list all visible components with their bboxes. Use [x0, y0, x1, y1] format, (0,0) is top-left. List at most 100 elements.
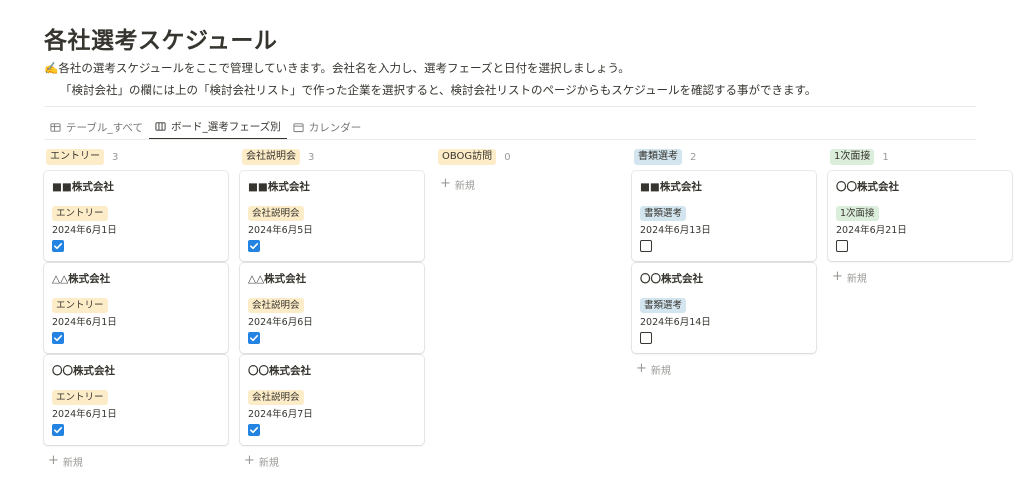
column-count: 0 [504, 151, 511, 163]
board-card[interactable]: 〇〇株式会社 1次面接 2024年6月21日 [828, 171, 1012, 261]
column-status-tag: OBOG訪問 [438, 149, 497, 165]
board-icon [155, 121, 166, 131]
add-new-card-button[interactable]: + 新規 [828, 267, 1012, 287]
tabs-divider [44, 139, 976, 140]
tab-calendar[interactable]: カレンダー [287, 114, 368, 140]
board-card[interactable]: △△株式会社 エントリー 2024年6月1日 [44, 263, 228, 353]
card-company-name: 〇〇株式会社 [52, 365, 115, 377]
card-company-name: ■■株式会社 [52, 181, 114, 193]
card-list: 〇〇株式会社 1次面接 2024年6月21日 [828, 171, 1012, 261]
checkbox-checked[interactable] [248, 240, 260, 252]
new-label: 新規 [454, 180, 475, 192]
column-status-tag: 会社説明会 [242, 149, 300, 165]
plus-icon: + [48, 453, 59, 468]
board-card[interactable]: ■■株式会社 書類選考 2024年6月13日 [632, 171, 816, 261]
phase-tag: エントリー [52, 298, 108, 313]
board-card[interactable]: 〇〇株式会社 会社説明会 2024年6月7日 [240, 355, 424, 445]
card-list: ■■株式会社 書類選考 2024年6月13日 〇〇株式会社 書類選考 2024年6月14日 [632, 171, 816, 353]
board-card[interactable]: ■■株式会社 会社説明会 2024年6月5日 [240, 171, 424, 261]
checkbox-unchecked[interactable] [640, 332, 652, 344]
card-list: ■■株式会社 会社説明会 2024年6月5日 △△株式会社 会社説明会 2024年6月6日… [240, 171, 424, 445]
tab-board-phase[interactable]: ボード_選考フェーズ別 [148, 114, 287, 140]
new-label: 新規 [846, 273, 867, 285]
card-tag-row: 会社説明会 [248, 385, 416, 405]
tab-table-all[interactable]: テーブル_すべて [44, 114, 149, 140]
column-count: 1 [882, 151, 889, 163]
check-icon [250, 427, 259, 434]
check-icon [54, 243, 63, 250]
card-tag-row: 書類選考 [640, 201, 808, 221]
card-date: 2024年6月1日 [52, 225, 117, 236]
card-company-name: △△株式会社 [248, 273, 307, 285]
board-card[interactable]: ■■株式会社 エントリー 2024年6月1日 [44, 171, 228, 261]
plus-icon: + [636, 361, 647, 376]
checkbox-unchecked[interactable] [640, 240, 652, 252]
table-icon [50, 122, 61, 132]
card-date: 2024年6月7日 [248, 409, 313, 420]
board-column: 1次面接 1 〇〇株式会社 1次面接 2024年6月21日 + 新規 [828, 146, 1012, 287]
card-date: 2024年6月14日 [640, 317, 711, 328]
card-tag-row: 会社説明会 [248, 293, 416, 313]
tab-label: テーブル_すべて [66, 121, 143, 134]
card-date: 2024年6月6日 [248, 317, 313, 328]
card-company-name: 〇〇株式会社 [836, 181, 899, 193]
board-card[interactable]: 〇〇株式会社 書類選考 2024年6月14日 [632, 263, 816, 353]
phase-tag: エントリー [52, 390, 108, 405]
phase-tag: 書類選考 [640, 206, 687, 221]
tab-label: カレンダー [308, 121, 362, 134]
calendar-icon [293, 122, 304, 132]
phase-tag: 会社説明会 [248, 206, 304, 221]
phase-tag: エントリー [52, 206, 108, 221]
column-count: 2 [690, 151, 697, 163]
check-icon [54, 335, 63, 342]
checkbox-checked[interactable] [248, 332, 260, 344]
column-count: 3 [112, 151, 119, 163]
card-company-name: ■■株式会社 [640, 181, 702, 193]
column-status-tag: 1次面接 [830, 149, 875, 165]
card-tag-row: 会社説明会 [248, 201, 416, 221]
add-new-card-button[interactable]: + 新規 [44, 451, 228, 471]
add-new-card-button[interactable]: + 新規 [436, 174, 620, 194]
description-line-1: ✍️各社の選考スケジュールをここで管理していきます。会社名を入力し、選考フェーズ… [44, 61, 630, 75]
card-date: 2024年6月13日 [640, 225, 711, 236]
phase-tag: 会社説明会 [248, 390, 304, 405]
column-header[interactable]: 1次面接 1 [828, 146, 1012, 168]
card-company-name: 〇〇株式会社 [248, 365, 311, 377]
phase-tag: 書類選考 [640, 298, 687, 313]
card-company-name: ■■株式会社 [248, 181, 310, 193]
column-header[interactable]: エントリー 3 [44, 146, 228, 168]
column-count: 3 [308, 151, 315, 163]
column-header[interactable]: 書類選考 2 [632, 146, 816, 168]
card-date: 2024年6月5日 [248, 225, 313, 236]
checkbox-unchecked[interactable] [836, 240, 848, 252]
new-label: 新規 [62, 457, 83, 469]
card-tag-row: エントリー [52, 385, 220, 405]
notion-page: 各社選考スケジュール ✍️各社の選考スケジュールをここで管理していきます。会社名… [0, 0, 1024, 491]
checkbox-checked[interactable] [52, 240, 64, 252]
board-column: OBOG訪問 0 + 新規 [436, 146, 620, 194]
add-new-card-button[interactable]: + 新規 [240, 451, 424, 471]
board-card[interactable]: 〇〇株式会社 エントリー 2024年6月1日 [44, 355, 228, 445]
phase-tag: 1次面接 [836, 206, 879, 221]
divider [44, 106, 976, 107]
board-column: エントリー 3 ■■株式会社 エントリー 2024年6月1日 △△株式会社 エントリー 202… [44, 146, 228, 471]
column-header[interactable]: 会社説明会 3 [240, 146, 424, 168]
checkbox-checked[interactable] [248, 424, 260, 436]
view-tabs: テーブル_すべて ボード_選考フェーズ別 カレンダー [44, 114, 367, 140]
check-icon [54, 427, 63, 434]
check-icon [250, 243, 259, 250]
checkbox-checked[interactable] [52, 332, 64, 344]
card-list: ■■株式会社 エントリー 2024年6月1日 △△株式会社 エントリー 2024年6月1日… [44, 171, 228, 445]
card-tag-row: エントリー [52, 201, 220, 221]
card-date: 2024年6月1日 [52, 409, 117, 420]
add-new-card-button[interactable]: + 新規 [632, 359, 816, 379]
phase-tag: 会社説明会 [248, 298, 304, 313]
checkbox-checked[interactable] [52, 424, 64, 436]
check-icon [250, 335, 259, 342]
board-card[interactable]: △△株式会社 会社説明会 2024年6月6日 [240, 263, 424, 353]
card-tag-row: 書類選考 [640, 293, 808, 313]
column-status-tag: 書類選考 [634, 149, 682, 165]
column-header[interactable]: OBOG訪問 0 [436, 146, 620, 168]
board-column: 会社説明会 3 ■■株式会社 会社説明会 2024年6月5日 △△株式会社 会社説明会 202… [240, 146, 424, 471]
board-column: 書類選考 2 ■■株式会社 書類選考 2024年6月13日 〇〇株式会社 書類選考 2024年… [632, 146, 816, 379]
